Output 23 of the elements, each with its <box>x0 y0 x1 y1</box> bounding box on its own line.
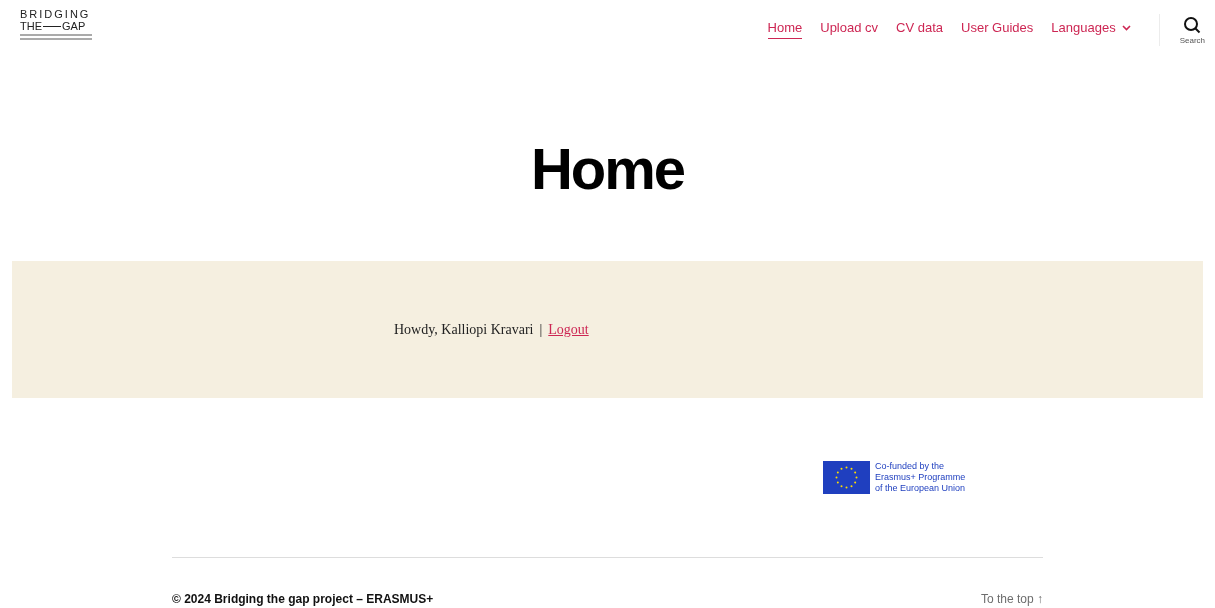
nav-link[interactable]: Upload cv <box>820 18 879 39</box>
nav-link[interactable]: Languages <box>1051 18 1131 39</box>
tagline-drawing <box>20 34 92 40</box>
copyright-text: © 2024 Bridging the gap project – ERASMUS+ <box>172 591 434 608</box>
search-icon <box>1183 16 1202 34</box>
site-logo[interactable]: BRIDGING THE GAP <box>20 8 92 40</box>
logo-text: GAP <box>62 20 86 32</box>
logo-text: THE <box>20 20 42 32</box>
search-button[interactable]: Search <box>1179 8 1205 47</box>
eu-badge-text: Erasmus+ Programme <box>875 472 966 483</box>
logo-rule <box>43 25 61 27</box>
nav-link[interactable]: Home <box>767 18 803 39</box>
eu-badge-text: of the European Union <box>875 483 966 494</box>
separator-text: | <box>539 321 543 339</box>
logo-text: BRIDGING <box>20 8 92 20</box>
eu-badge-text: Co-funded by the <box>875 461 946 472</box>
nav-link[interactable]: User Guides <box>961 18 1034 39</box>
nav-link[interactable]: CV data <box>896 18 944 39</box>
page-title: Home <box>530 135 685 203</box>
greeting-text: Howdy, Kalliopi Kravari <box>394 321 534 339</box>
eu-flag-icon <box>823 461 870 494</box>
logout-link[interactable]: Logout <box>548 319 589 340</box>
to-top-link[interactable]: To the top ↑ <box>980 590 1043 608</box>
